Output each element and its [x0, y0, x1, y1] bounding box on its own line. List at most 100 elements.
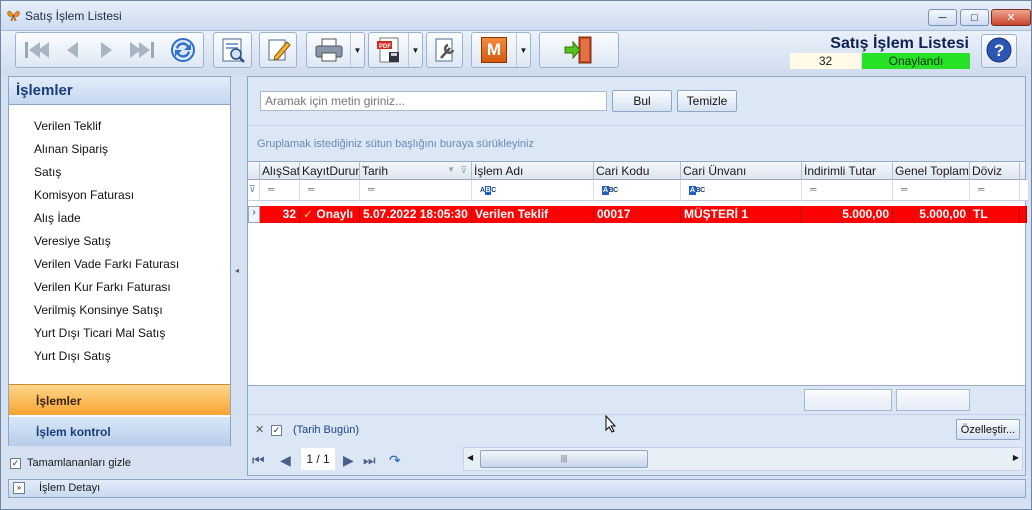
column-header-extra[interactable]: [1020, 162, 1025, 180]
svg-text:PDF: PDF: [379, 44, 391, 50]
preview-button[interactable]: [213, 32, 252, 68]
operation-item-verilen-teklif[interactable]: Verilen Teklif: [34, 119, 101, 133]
prev-icon[interactable]: [60, 39, 86, 61]
m-dropdown-icon[interactable]: ▼: [516, 33, 530, 67]
print-dropdown-icon[interactable]: ▼: [350, 33, 364, 67]
list-panel: Bul Temizle Gruplamak istediğiniz sütun …: [247, 76, 1029, 476]
operation-item-konsinye[interactable]: Verilmiş Konsinye Satışı: [34, 303, 163, 317]
cell-kayit-durum[interactable]: ✓ Onaylı: [300, 206, 360, 223]
column-header-indirimli-tutar[interactable]: İndirimli Tutar: [802, 162, 893, 180]
prev-page-icon[interactable]: ◀: [280, 452, 291, 469]
column-header-tarih[interactable]: Tarih ▼ ⊽: [360, 162, 472, 180]
cell-cari-unvani[interactable]: MÜŞTERİ 1: [681, 206, 802, 223]
cell-extra[interactable]: [1020, 206, 1027, 223]
row-indicator-icon[interactable]: ›: [248, 206, 260, 223]
column-header-kayit-durum[interactable]: KayıtDurum: [300, 162, 360, 180]
scroll-left-icon[interactable]: ◀: [467, 453, 473, 462]
filter-cell[interactable]: ═: [893, 180, 970, 201]
print-button[interactable]: ▼: [306, 32, 365, 68]
app-logo-icon: [6, 8, 21, 26]
pdf-dropdown-icon[interactable]: ▼: [408, 33, 422, 67]
filter-expression[interactable]: (Tarih Bugün): [293, 424, 359, 436]
detail-bar[interactable]: » İşlem Detayı: [8, 479, 1026, 498]
filter-cell[interactable]: ═: [300, 180, 360, 201]
operation-item-kur-farki[interactable]: Verilen Kur Farkı Faturası: [34, 280, 171, 294]
text-filter-icon: ABC: [689, 186, 705, 195]
refresh-icon[interactable]: [167, 36, 199, 64]
column-header-genel-toplam[interactable]: Genel Toplam: [893, 162, 970, 180]
column-header-doviz[interactable]: Döviz: [970, 162, 1020, 180]
filter-row-icon: ⊽: [248, 180, 260, 201]
m-button[interactable]: M ▼: [471, 32, 531, 68]
customize-button[interactable]: Özelleştir...: [956, 419, 1020, 440]
m-icon: M: [472, 37, 516, 63]
filter-enabled-checkbox[interactable]: ✓: [271, 425, 282, 436]
filter-cell[interactable]: ABC: [681, 180, 802, 201]
maximize-button[interactable]: □: [960, 9, 989, 26]
nav-tab-islem-kontrol[interactable]: İşlem kontrol: [9, 417, 230, 446]
search-input[interactable]: [260, 91, 607, 111]
operation-item-komisyon-faturasi[interactable]: Komisyon Faturası: [34, 188, 134, 202]
minimize-button[interactable]: ─: [928, 9, 957, 26]
edit-icon: [264, 36, 292, 64]
active-filter-bar: ✕ ✓ (Tarih Bugün) Özelleştir...: [248, 414, 1025, 444]
pdf-button[interactable]: PDF ▼: [368, 32, 423, 68]
help-button[interactable]: ?: [981, 34, 1017, 68]
column-header-islem-adi[interactable]: İşlem Adı: [472, 162, 594, 180]
operation-item-vade-farki[interactable]: Verilen Vade Farkı Faturası: [34, 257, 179, 271]
next-icon[interactable]: [93, 39, 119, 61]
m-label: M: [481, 37, 507, 63]
horizontal-scrollbar[interactable]: ◀ ||| ▶: [463, 447, 1023, 471]
expand-icon[interactable]: »: [13, 482, 25, 494]
operations-panel-header: İşlemler: [9, 77, 230, 105]
exit-icon: [562, 35, 596, 65]
cell-tarih[interactable]: 5.07.2022 18:05:30: [360, 206, 472, 223]
filter-cell[interactable]: ═: [360, 180, 472, 201]
exit-button[interactable]: [539, 32, 619, 68]
column-header-alis-satis[interactable]: AlışSatış: [260, 162, 300, 180]
pager-bar: ⏮ ◀ 1 / 1 ▶ ⏭ ↷ ◀ ||| ▶: [248, 444, 1025, 475]
filter-cell[interactable]: ABC: [472, 180, 594, 201]
operation-item-yurt-disi-ticari[interactable]: Yurt Dışı Ticari Mal Satış: [34, 326, 165, 340]
hide-completed-checkbox[interactable]: ✓: [10, 457, 21, 469]
column-filter-icon[interactable]: ⊽: [460, 165, 467, 176]
collapse-arrow-icon[interactable]: ◂: [235, 266, 239, 275]
find-button[interactable]: Bul: [612, 90, 672, 112]
first-page-icon[interactable]: ⏮: [252, 452, 265, 469]
nav-tab-islemler[interactable]: İşlemler: [9, 384, 230, 415]
filter-cell[interactable]: ═: [802, 180, 893, 201]
close-button[interactable]: ✕: [991, 9, 1031, 26]
cell-cari-kodu[interactable]: 00017: [594, 206, 681, 223]
hide-completed-option[interactable]: ✓ Tamamlananları gizle: [10, 457, 131, 469]
cell-doviz[interactable]: TL: [970, 206, 1020, 223]
last-page-icon[interactable]: ⏭: [363, 452, 376, 469]
cell-alis-satis[interactable]: 32: [260, 206, 300, 223]
group-by-area[interactable]: Gruplamak istediğiniz sütun başlığını bu…: [248, 125, 1025, 161]
filter-cell[interactable]: ABC: [594, 180, 681, 201]
column-header-cari-unvani[interactable]: Cari Ünvanı: [681, 162, 802, 180]
scrollbar-thumb[interactable]: |||: [480, 450, 648, 468]
scroll-right-icon[interactable]: ▶: [1013, 453, 1019, 462]
last-icon[interactable]: [127, 39, 159, 61]
operation-item-veresiye-satis[interactable]: Veresiye Satış: [34, 234, 111, 248]
operation-item-alinan-siparis[interactable]: Alınan Sipariş: [34, 142, 108, 156]
settings-button[interactable]: [426, 32, 463, 68]
clear-filter-icon[interactable]: ✕: [255, 423, 264, 436]
filter-cell[interactable]: [1020, 180, 1029, 201]
clear-button[interactable]: Temizle: [677, 90, 737, 112]
reload-icon[interactable]: ↷: [389, 452, 401, 469]
operation-item-alis-iade[interactable]: Alış İade: [34, 211, 81, 225]
operation-item-yurt-disi-satis[interactable]: Yurt Dışı Satış: [34, 349, 111, 363]
cell-indirimli-tutar[interactable]: 5.000,00: [802, 206, 893, 223]
next-page-icon[interactable]: ▶: [343, 452, 354, 469]
panel-splitter[interactable]: ◂: [233, 76, 243, 476]
cell-genel-toplam[interactable]: 5.000,00: [893, 206, 970, 223]
column-header-cari-kodu[interactable]: Cari Kodu: [594, 162, 681, 180]
operation-item-satis[interactable]: Satış: [34, 165, 61, 179]
first-icon[interactable]: [20, 39, 52, 61]
page-indicator: 1 / 1: [301, 448, 335, 470]
filter-cell[interactable]: ═: [260, 180, 300, 201]
filter-cell[interactable]: ═: [970, 180, 1020, 201]
cell-islem-adi[interactable]: Verilen Teklif: [472, 206, 594, 223]
edit-button[interactable]: [259, 32, 297, 68]
